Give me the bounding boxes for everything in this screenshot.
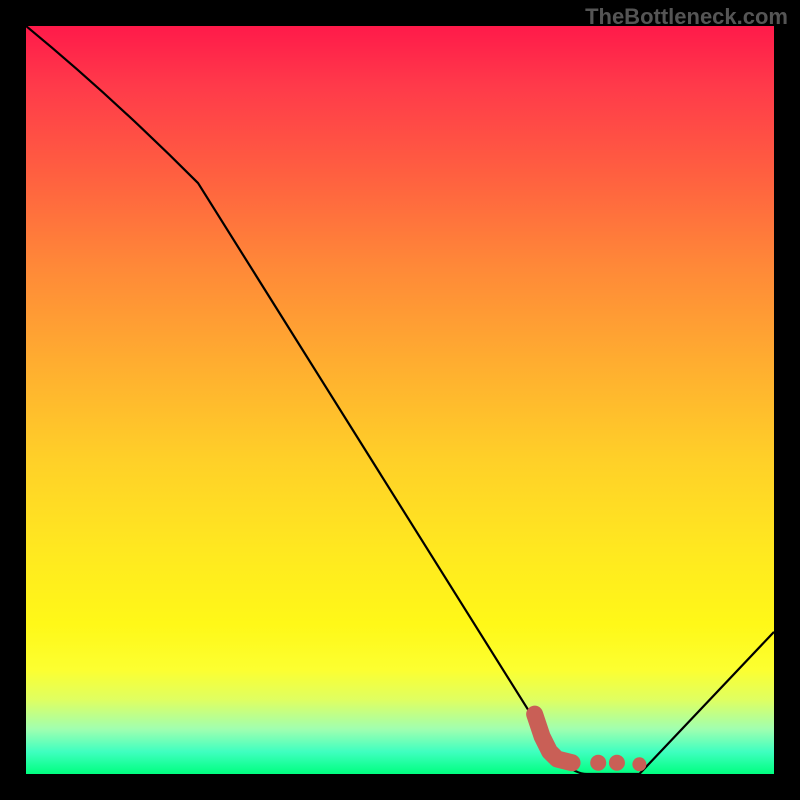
marker-dot	[590, 755, 606, 771]
marker-dot	[609, 755, 625, 771]
watermark-text: TheBottleneck.com	[585, 4, 788, 30]
marker-stroke	[535, 714, 572, 763]
chart-svg	[26, 26, 774, 774]
marker-dot	[632, 757, 646, 771]
bottleneck-curve-path	[26, 26, 774, 774]
chart-plot-area	[26, 26, 774, 774]
marker-group	[535, 714, 647, 771]
